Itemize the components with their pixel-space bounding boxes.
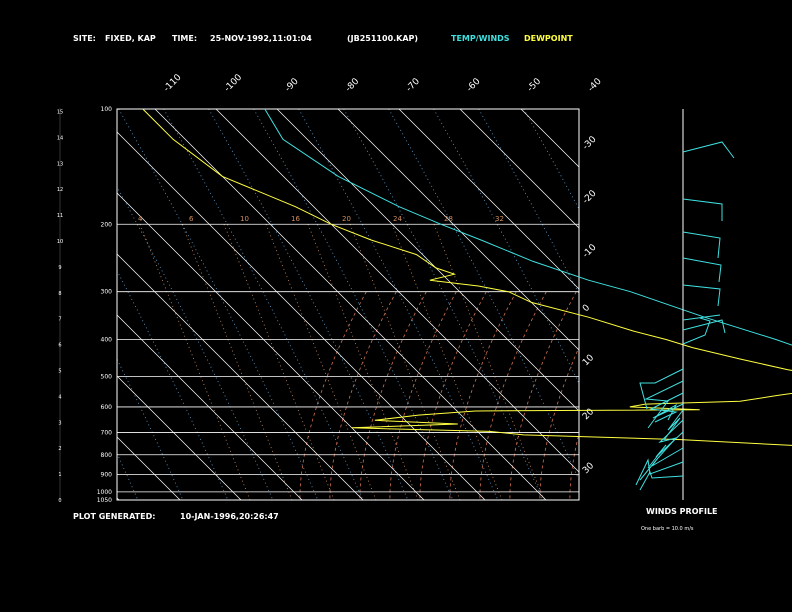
height-tick-label: 13 xyxy=(57,161,63,167)
mixing-ratio-label: 4 xyxy=(138,215,143,223)
height-tick-label: 0 xyxy=(58,498,61,504)
height-tick-label: 2 xyxy=(58,446,61,452)
site-label: SITE: xyxy=(73,34,96,43)
pressure-tick-label: 400 xyxy=(101,337,113,344)
site-value: FIXED, KAP xyxy=(105,34,156,43)
pressure-tick-label: 800 xyxy=(101,452,113,459)
height-tick-label: 14 xyxy=(57,135,63,141)
height-tick-label: 12 xyxy=(57,187,63,193)
mixing-ratio-label: 20 xyxy=(342,215,351,223)
pressure-tick-label: 900 xyxy=(101,471,113,478)
height-tick-label: 8 xyxy=(58,291,61,297)
time-value: 25-NOV-1992,11:01:04 xyxy=(210,34,312,43)
height-tick-label: 10 xyxy=(57,239,63,245)
pressure-tick-label: 200 xyxy=(101,221,113,228)
mixing-ratio-label: 28 xyxy=(444,215,453,223)
height-tick-label: 7 xyxy=(58,317,61,323)
time-label: TIME: xyxy=(172,34,197,43)
mixing-ratio-label: 32 xyxy=(495,215,504,223)
pressure-tick-label: 700 xyxy=(101,430,113,437)
legend-temp-winds: TEMP/WINDS xyxy=(451,34,510,43)
height-tick-label: 4 xyxy=(58,394,61,400)
mixing-ratio-label: 16 xyxy=(291,215,300,223)
height-tick-label: 6 xyxy=(58,343,61,349)
legend-dewpoint: DEWPOINT xyxy=(524,34,573,43)
file-id: (JB251100.KAP) xyxy=(347,34,418,43)
skew-t-diagram: SITE: FIXED, KAP TIME: 25-NOV-1992,11:01… xyxy=(0,0,792,612)
pressure-tick-label: 600 xyxy=(101,404,113,411)
mixing-ratio-label: 10 xyxy=(240,215,249,223)
height-tick-label: 15 xyxy=(57,110,63,116)
height-tick-label: 9 xyxy=(58,265,61,271)
pressure-tick-label: 300 xyxy=(101,289,113,296)
pressure-tick-label: 100 xyxy=(101,106,113,113)
plot-generated-value: 10-JAN-1996,20:26:47 xyxy=(180,512,279,521)
pressure-tick-label: 1050 xyxy=(97,497,112,504)
pressure-tick-label: 1000 xyxy=(97,489,112,496)
winds-profile-title: WINDS PROFILE xyxy=(646,507,718,516)
height-tick-label: 5 xyxy=(58,369,61,375)
height-tick-label: 11 xyxy=(57,213,63,219)
height-tick-label: 1 xyxy=(58,472,61,478)
pressure-tick-label: 500 xyxy=(101,374,113,381)
winds-profile-note: One barb = 10.0 m/s xyxy=(641,526,694,532)
plot-generated-label: PLOT GENERATED: xyxy=(73,512,155,521)
height-tick-label: 3 xyxy=(58,420,61,426)
mixing-ratio-label: 6 xyxy=(189,215,194,223)
mixing-ratio-label: 24 xyxy=(393,215,402,223)
